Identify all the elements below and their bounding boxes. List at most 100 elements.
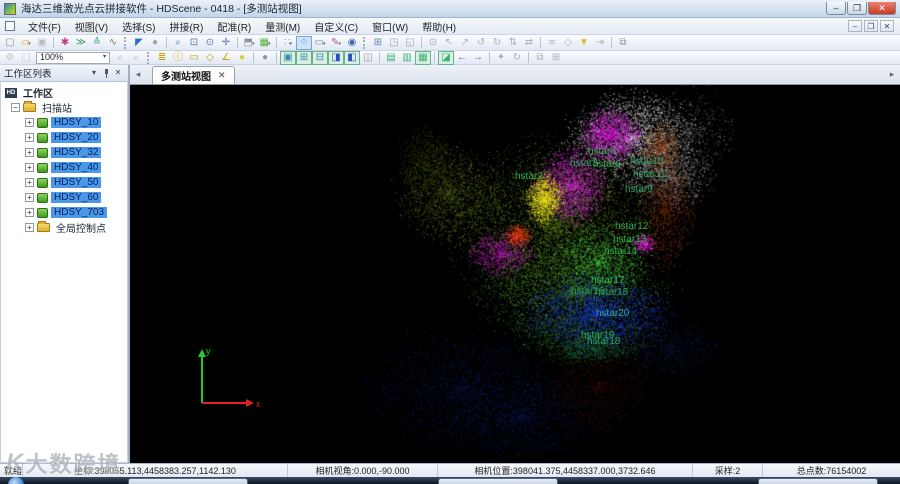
- filter-icon[interactable]: ▼: [576, 36, 592, 50]
- view-iso-icon[interactable]: ▣: [280, 50, 296, 65]
- view-front-icon[interactable]: ⊟: [312, 50, 328, 65]
- hand-pan-icon[interactable]: ⟐: [2, 51, 18, 65]
- new-file-icon[interactable]: ▢: [2, 36, 18, 50]
- pan-icon[interactable]: ✛: [218, 36, 234, 50]
- tree-station-hdsy_20[interactable]: + HDSY_20: [1, 130, 127, 145]
- fullscreen-icon[interactable]: ⊞: [370, 36, 386, 50]
- tree-expander-icon[interactable]: +: [25, 208, 34, 217]
- measure-polyline-icon[interactable]: ∠: [218, 51, 234, 65]
- minimize-button[interactable]: –: [826, 2, 846, 15]
- point-density-icon[interactable]: ⁘: [296, 35, 312, 50]
- sphere-view-icon[interactable]: ●: [257, 51, 273, 65]
- tree-station-hdsy_703[interactable]: + HDSY_703: [1, 205, 127, 220]
- taskbar-button-3[interactable]: [758, 478, 878, 484]
- menu-item-4[interactable]: 配准(R): [210, 18, 258, 35]
- measure-list-icon[interactable]: ≣: [154, 51, 170, 65]
- clip-plane-icon[interactable]: ◱: [402, 36, 418, 50]
- undo-select-icon[interactable]: ↺: [473, 36, 489, 50]
- close-button[interactable]: ✕: [868, 2, 896, 15]
- panel-dropdown-icon[interactable]: ▾: [88, 67, 100, 79]
- tree-root-workspace[interactable]: HD 工作区: [1, 85, 127, 100]
- tab-scroll-left-icon[interactable]: ◂: [132, 69, 144, 80]
- redo-select-icon[interactable]: ↻: [489, 36, 505, 50]
- swap-select-icon[interactable]: ⇄: [521, 36, 537, 50]
- view-top-icon[interactable]: ⊞: [296, 50, 312, 65]
- magnify-out-icon[interactable]: ⌕: [128, 51, 144, 65]
- color-mode-icon[interactable]: ▦▾: [257, 36, 273, 50]
- tree-expander-icon[interactable]: +: [25, 223, 34, 232]
- open-folder-icon[interactable]: ▱▾: [18, 36, 34, 50]
- menu-item-0[interactable]: 文件(F): [21, 18, 68, 35]
- restore-button[interactable]: ❐: [847, 2, 867, 15]
- measure-info-icon[interactable]: ⓘ: [170, 51, 186, 65]
- view-back-icon[interactable]: ◫: [360, 51, 376, 65]
- zoom-out-icon[interactable]: ⊙: [202, 36, 218, 50]
- copy-view-icon[interactable]: ⧉: [615, 36, 631, 50]
- start-orb[interactable]: [8, 477, 24, 484]
- nav-star-icon[interactable]: ✦: [493, 51, 509, 65]
- select-rect-icon[interactable]: ⬚: [18, 51, 34, 65]
- tree-expander-icon[interactable]: +: [25, 148, 34, 157]
- mdi-close-button[interactable]: ✕: [880, 20, 894, 32]
- invert-select-icon[interactable]: ⇅: [505, 36, 521, 50]
- mdi-minimize-button[interactable]: –: [848, 20, 862, 32]
- tree-station-hdsy_50[interactable]: + HDSY_50: [1, 175, 127, 190]
- menu-item-3[interactable]: 拼接(R): [162, 18, 210, 35]
- menu-item-5[interactable]: 量测(M): [258, 18, 307, 35]
- tree-expander-icon[interactable]: +: [25, 118, 34, 127]
- windows-taskbar[interactable]: [0, 477, 900, 484]
- prev-arrow-icon[interactable]: ←: [454, 51, 470, 65]
- zoom-window-icon[interactable]: ⊡: [186, 36, 202, 50]
- tab-scroll-right-icon[interactable]: ▸: [886, 69, 898, 80]
- panel-close-icon[interactable]: ✕: [112, 67, 124, 79]
- grid-last-icon[interactable]: ⊞: [548, 51, 564, 65]
- view-cube-icon[interactable]: ⬒▾: [241, 36, 257, 50]
- grid-full-icon[interactable]: ▦: [415, 50, 431, 65]
- nav-refresh-icon[interactable]: ↻: [509, 51, 525, 65]
- clip-box-icon[interactable]: ◳: [386, 36, 402, 50]
- taskbar-button-1[interactable]: [128, 478, 248, 484]
- mdi-restore-button[interactable]: ❐: [864, 20, 878, 32]
- tree-expander-icon[interactable]: +: [25, 193, 34, 202]
- tree-expander-icon[interactable]: +: [25, 133, 34, 142]
- menu-item-8[interactable]: 帮助(H): [415, 18, 463, 35]
- sphere-tool-icon[interactable]: ●: [147, 36, 163, 50]
- select-nw-icon[interactable]: ↖: [441, 36, 457, 50]
- attach-icon[interactable]: ⇥: [592, 36, 608, 50]
- tree-station-hdsy_40[interactable]: + HDSY_40: [1, 160, 127, 175]
- point-cloud-viewport[interactable]: hstar2 hstar8 hstar3 hstar6 hstar10 hstar11 hs…: [130, 85, 900, 463]
- tree-station-hdsy_10[interactable]: + HDSY_10: [1, 115, 127, 130]
- visibility-eye-icon[interactable]: ◉: [344, 36, 360, 50]
- tree-expander-icon[interactable]: −: [11, 103, 20, 112]
- select-circle-icon[interactable]: ⊙: [425, 36, 441, 50]
- save-icon[interactable]: ▣: [34, 36, 50, 50]
- tree-station-hdsy_32[interactable]: + HDSY_32: [1, 145, 127, 160]
- marker-slide-icon[interactable]: ◪: [438, 50, 454, 65]
- tree-folder-global-control-points[interactable]: + 全局控制点: [1, 220, 127, 235]
- pointer-select-icon[interactable]: ◤: [131, 36, 147, 50]
- station-link-icon[interactable]: ✱: [57, 36, 73, 50]
- tree-expander-icon[interactable]: +: [25, 178, 34, 187]
- panel-pin-icon[interactable]: [100, 67, 112, 79]
- menu-item-7[interactable]: 窗口(W): [365, 18, 415, 35]
- station-align-icon[interactable]: ≫: [73, 36, 89, 50]
- display-mode-icon[interactable]: ▭▾: [312, 36, 328, 50]
- zoom-level-combo[interactable]: 100% ▾: [36, 51, 110, 64]
- view-right-icon[interactable]: ◧: [344, 50, 360, 65]
- tree-station-hdsy_60[interactable]: + HDSY_60: [1, 190, 127, 205]
- station-lift-icon[interactable]: ≙: [89, 36, 105, 50]
- menu-item-1[interactable]: 视图(V): [68, 18, 115, 35]
- next-arrow-icon[interactable]: →: [470, 51, 486, 65]
- point-grid-icon[interactable]: ∷▾: [280, 36, 296, 50]
- view-left-icon[interactable]: ◨: [328, 50, 344, 65]
- magnify-in-icon[interactable]: ⌕: [112, 51, 128, 65]
- mdi-document-icon[interactable]: [5, 21, 15, 31]
- diamond-select-icon[interactable]: ◇: [560, 36, 576, 50]
- tab-multistation-view[interactable]: 多测站视图 ✕: [152, 66, 235, 84]
- menu-item-2[interactable]: 选择(S): [115, 18, 162, 35]
- menu-item-6[interactable]: 自定义(C): [307, 18, 365, 35]
- tab-close-icon[interactable]: ✕: [218, 70, 226, 81]
- measure-ellipse-icon[interactable]: ●: [234, 51, 250, 65]
- measure-rect-icon[interactable]: ▭: [186, 51, 202, 65]
- render-style-icon[interactable]: ✎▾: [328, 36, 344, 50]
